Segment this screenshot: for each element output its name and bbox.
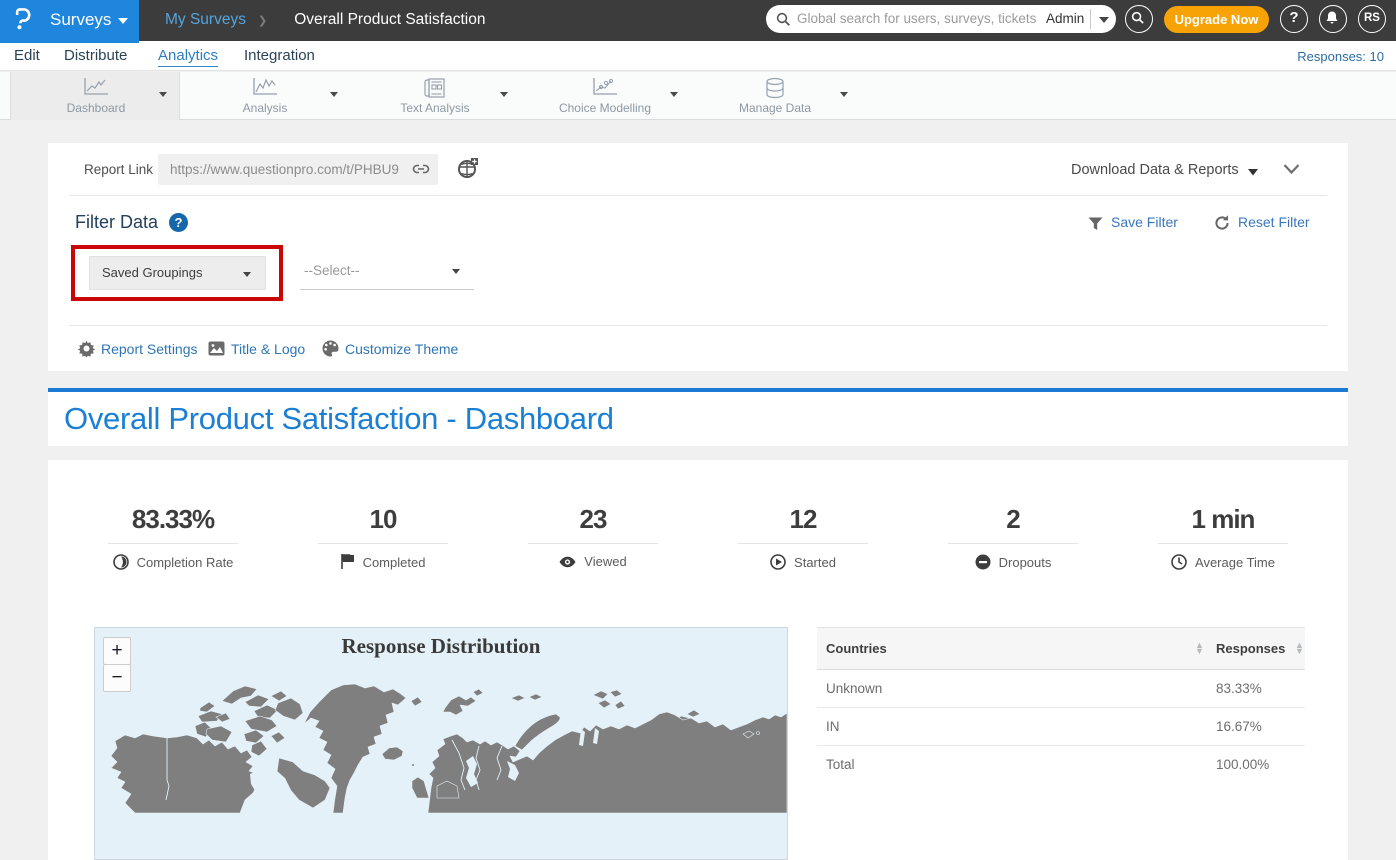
svg-text:?: ?: [175, 215, 183, 230]
